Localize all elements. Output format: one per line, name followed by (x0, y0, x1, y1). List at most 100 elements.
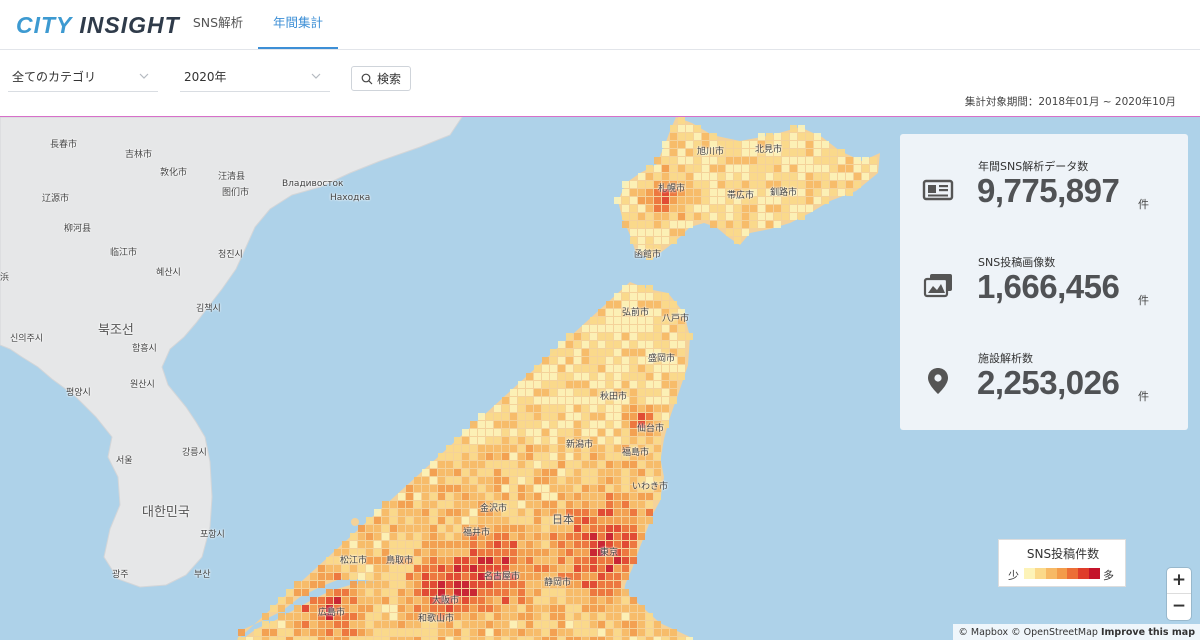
heat-cell (590, 613, 597, 620)
map-label: Находка (330, 193, 371, 203)
heat-cell (622, 349, 629, 356)
heat-cell (478, 437, 485, 444)
heatmap-map[interactable]: 長春市 吉林市 敦化市 汪清县 图们市 Владивосток Находка … (0, 116, 1200, 640)
heat-cell (630, 317, 637, 324)
city-insight-logo[interactable]: CITY INSIGHT (16, 12, 180, 38)
heat-cell (494, 589, 501, 596)
heat-cell (718, 181, 725, 188)
heat-cell (622, 413, 629, 420)
heat-cell (574, 493, 581, 500)
heat-cell (470, 437, 477, 444)
heat-cell (358, 629, 365, 636)
heat-cell (318, 565, 325, 572)
heat-cell (358, 597, 365, 604)
heat-cell (494, 581, 501, 588)
heat-cell (718, 189, 725, 196)
heat-cell (614, 477, 621, 484)
heat-cell (526, 469, 533, 476)
heat-cell (454, 549, 461, 556)
heat-cell (622, 341, 629, 348)
heat-cell (518, 381, 525, 388)
heat-cell (286, 629, 293, 636)
zoom-in-button[interactable]: + (1167, 568, 1191, 594)
heat-cell (806, 189, 813, 196)
search-button[interactable]: 検索 (351, 66, 411, 91)
tab-sns-analysis[interactable]: SNS解析 (184, 0, 252, 49)
heat-cell (638, 189, 645, 196)
heat-cell (566, 501, 573, 508)
heat-cell (430, 485, 437, 492)
heat-cell (814, 189, 821, 196)
heat-cell (406, 613, 413, 620)
tab-annual-summary[interactable]: 年間集計 (258, 0, 338, 49)
map-label: 弘前市 (622, 308, 650, 318)
heat-cell (798, 165, 805, 172)
heat-cell (462, 621, 469, 628)
heat-cell (414, 565, 421, 572)
heat-cell (590, 533, 597, 540)
heat-cell (598, 573, 605, 580)
category-select[interactable]: 全てのカテゴリ (8, 64, 158, 92)
map-label: 吉林市 (125, 150, 153, 160)
heat-cell (526, 525, 533, 532)
heat-cell (646, 229, 653, 236)
heat-cell (630, 533, 637, 540)
heat-cell (598, 437, 605, 444)
heat-cell (622, 621, 629, 628)
heat-cell (374, 597, 381, 604)
heat-cell (630, 557, 637, 564)
heat-cell (758, 133, 765, 140)
heat-cell (550, 477, 557, 484)
heat-cell (782, 141, 789, 148)
heat-cell (590, 365, 597, 372)
heat-cell (542, 413, 549, 420)
heat-cell (518, 421, 525, 428)
heat-cell (502, 421, 509, 428)
heat-cell (534, 549, 541, 556)
heat-cell (542, 509, 549, 516)
year-select[interactable]: 2020年 (180, 64, 330, 92)
heat-cell (390, 589, 397, 596)
heat-cell (630, 365, 637, 372)
heat-cell (606, 613, 613, 620)
heat-cell (622, 485, 629, 492)
heat-cell (614, 493, 621, 500)
heat-cell (278, 605, 285, 612)
map-label: 名古屋市 (484, 572, 521, 582)
heat-cell (614, 453, 621, 460)
heat-cell (606, 325, 613, 332)
legend-low-label: 少 (1008, 569, 1019, 582)
map-label: 盛岡市 (648, 354, 676, 364)
heat-cell (358, 573, 365, 580)
heat-cell (694, 197, 701, 204)
heat-cell (438, 493, 445, 500)
images-icon (923, 274, 952, 298)
zoom-out-button[interactable]: − (1167, 594, 1191, 620)
heat-cell (566, 341, 573, 348)
heat-cell (398, 573, 405, 580)
heat-cell (422, 525, 429, 532)
heat-cell (526, 405, 533, 412)
heat-cell (270, 629, 277, 636)
heat-cell (510, 485, 517, 492)
heat-cell (494, 597, 501, 604)
map-label: 浜 (0, 273, 10, 283)
heat-cell (550, 405, 557, 412)
heat-cell (550, 413, 557, 420)
heat-cell (430, 629, 437, 636)
heat-cell (574, 389, 581, 396)
heat-cell (574, 525, 581, 532)
heat-cell (302, 605, 309, 612)
heat-cell (598, 309, 605, 316)
improve-map-link[interactable]: Improve this map (1101, 627, 1195, 638)
heat-cell (422, 485, 429, 492)
heat-cell (678, 357, 685, 364)
heat-cell (478, 557, 485, 564)
heat-cell (622, 213, 629, 220)
heat-cell (582, 477, 589, 484)
heat-cell (582, 541, 589, 548)
map-label: 旭川市 (697, 147, 725, 157)
heat-cell (534, 509, 541, 516)
heat-cell (590, 341, 597, 348)
heat-cell (366, 613, 373, 620)
